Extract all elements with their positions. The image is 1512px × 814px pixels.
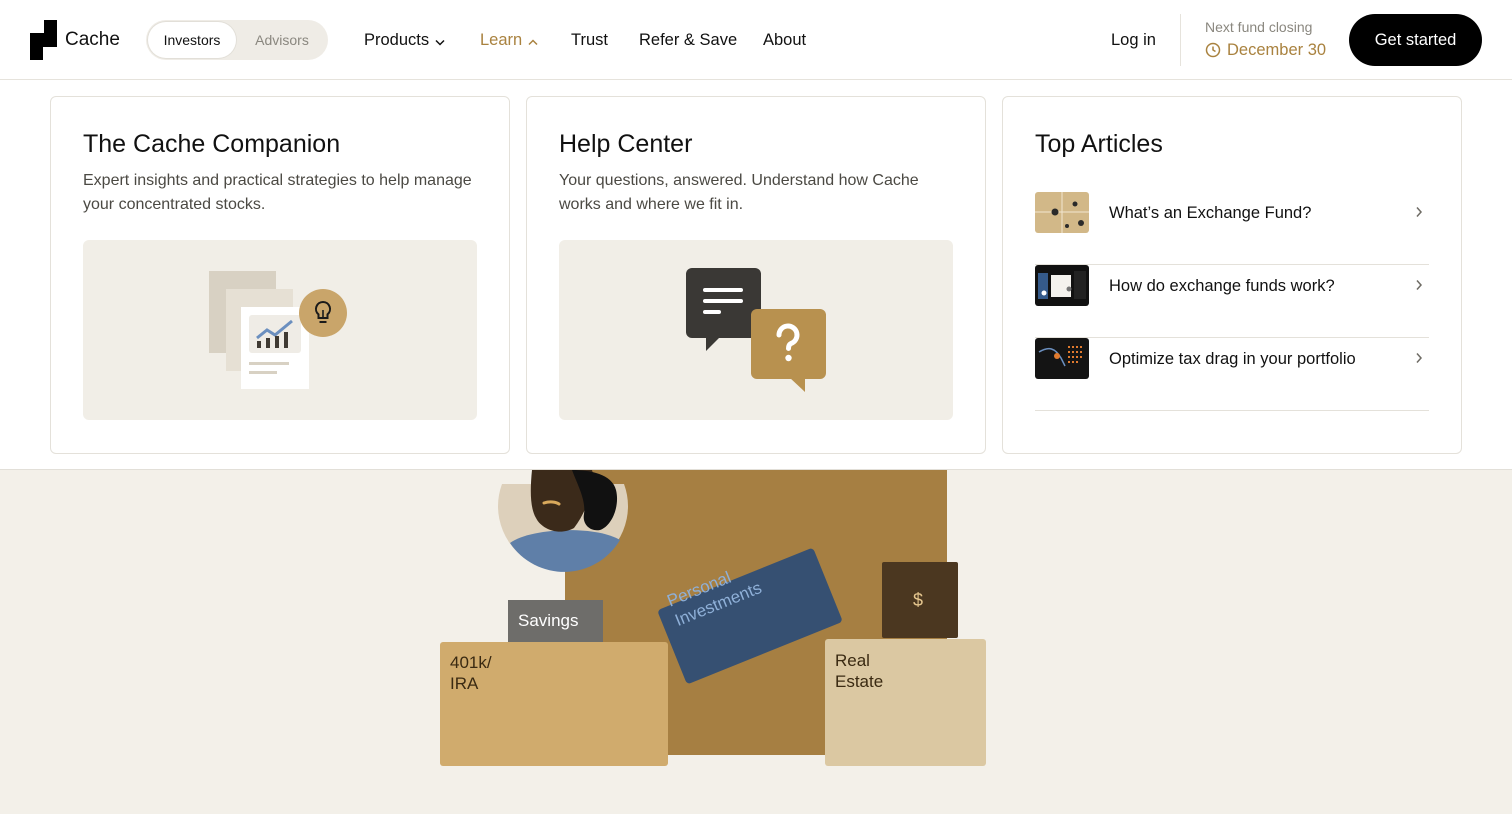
companion-title: The Cache Companion: [83, 130, 341, 158]
nav-learn[interactable]: Learn: [480, 28, 538, 52]
article-thumbnail: [1035, 265, 1089, 306]
article-thumbnail: [1035, 338, 1089, 379]
site-header: Cache Investors Advisors Products Learn …: [0, 0, 1512, 80]
chevron-right-icon: [1416, 353, 1423, 363]
ira-label: 401k/ IRA: [450, 653, 492, 693]
chevron-up-icon: [528, 29, 538, 53]
article-row[interactable]: What’s an Exchange Fund?: [1035, 192, 1429, 265]
companion-card[interactable]: The Cache Companion Expert insights and …: [50, 96, 510, 454]
toggle-investors[interactable]: Investors: [148, 22, 236, 58]
chevron-right-icon: [1416, 207, 1423, 217]
savings-label: Savings: [518, 611, 579, 630]
chevron-down-icon: [435, 29, 445, 53]
chat-icon: [686, 268, 761, 351]
article-thumbnail: [1035, 192, 1089, 233]
hero-illustration: Savings 401k/ IRA Real Estate $ Personal…: [0, 470, 1512, 814]
nav-trust[interactable]: Trust: [571, 28, 608, 52]
nav-products[interactable]: Products: [364, 28, 445, 52]
clock-icon: [1205, 42, 1221, 58]
fund-date-text: December 30: [1227, 41, 1327, 59]
chevron-right-icon: [1416, 280, 1423, 290]
article-title: What’s an Exchange Fund?: [1109, 204, 1312, 222]
nav-products-label: Products: [364, 31, 430, 49]
help-title: Help Center: [559, 130, 693, 158]
fund-closing-date: December 30: [1205, 38, 1326, 62]
fund-closing-label: Next fund closing: [1205, 19, 1313, 35]
help-illustration: [559, 240, 953, 420]
learn-dropdown: The Cache Companion Expert insights and …: [0, 80, 1512, 470]
article-row[interactable]: Optimize tax drag in your portfolio: [1035, 338, 1429, 411]
audience-toggle: Investors Advisors: [146, 20, 328, 60]
top-articles-card: Top Articles What’s an Exchange Fund? Ho…: [1002, 96, 1462, 454]
cache-logo-icon: [30, 20, 57, 60]
article-title: Optimize tax drag in your portfolio: [1109, 350, 1356, 368]
companion-description: Expert insights and practical strategies…: [83, 172, 472, 213]
lightbulb-icon: [299, 289, 347, 337]
article-row[interactable]: How do exchange funds work?: [1035, 265, 1429, 338]
nav-refer[interactable]: Refer & Save: [639, 28, 737, 52]
brand-name: Cache: [65, 29, 120, 50]
articles-list: What’s an Exchange Fund? How do exchange…: [1035, 192, 1429, 411]
documents-icon: [209, 271, 309, 389]
help-description: Your questions, answered. Understand how…: [559, 172, 919, 213]
nav-learn-label: Learn: [480, 31, 523, 49]
help-card[interactable]: Help Center Your questions, answered. Un…: [526, 96, 986, 454]
dollar-sign: $: [913, 590, 924, 610]
header-divider: [1180, 14, 1181, 66]
brand-logo[interactable]: Cache: [30, 20, 120, 60]
toggle-advisors[interactable]: Advisors: [236, 22, 328, 58]
real-estate-label: Real Estate: [835, 651, 884, 691]
companion-illustration: [83, 240, 477, 420]
article-title: How do exchange funds work?: [1109, 277, 1335, 295]
get-started-button[interactable]: Get started: [1349, 14, 1482, 66]
nav-about[interactable]: About: [763, 28, 806, 52]
login-link[interactable]: Log in: [1111, 28, 1156, 52]
top-articles-title: Top Articles: [1035, 130, 1163, 158]
question-icon: [751, 309, 826, 392]
fund-closing: Next fund closing December 30: [1205, 18, 1326, 62]
